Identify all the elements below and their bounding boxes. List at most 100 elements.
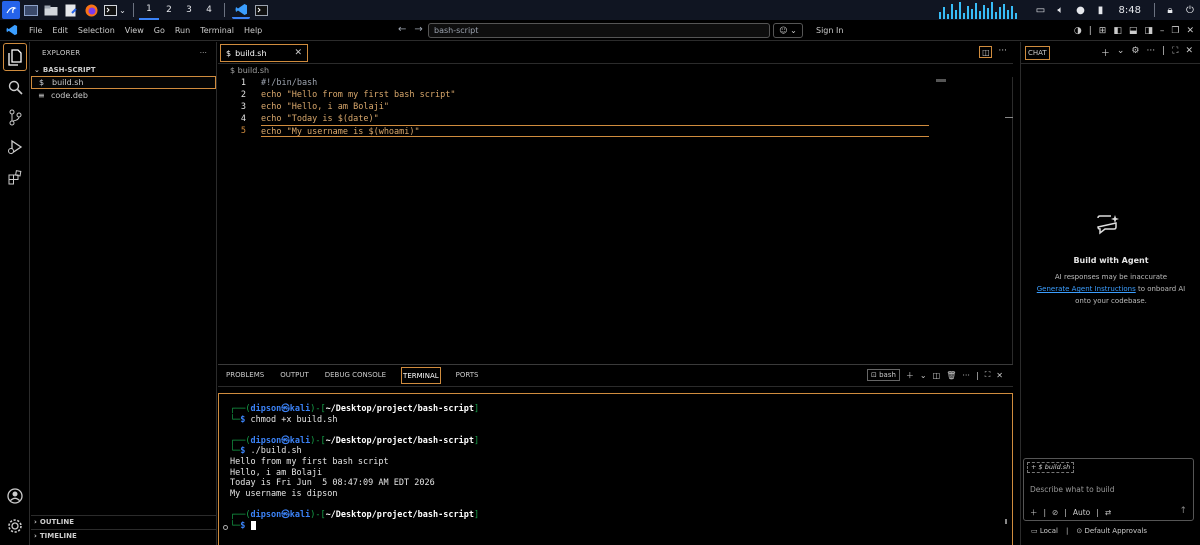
firefox-icon[interactable]: [82, 1, 100, 19]
chat-title-tab[interactable]: CHAT: [1025, 46, 1050, 60]
file-manager-icon[interactable]: [42, 1, 60, 19]
menu-file[interactable]: File: [24, 20, 47, 41]
send-arrow-icon[interactable]: ↑: [1179, 506, 1187, 516]
approvals-setting[interactable]: ⊙ Default Approvals: [1076, 527, 1147, 535]
split-terminal-icon[interactable]: ◫: [933, 371, 941, 380]
volume-icon[interactable]: 🔈︎: [1051, 0, 1071, 20]
accounts-activity[interactable]: [0, 482, 30, 510]
chevron-down-icon[interactable]: ⌄: [1117, 46, 1125, 59]
terminal-window-icon[interactable]: [252, 1, 270, 19]
workspace-3[interactable]: 3: [179, 0, 199, 20]
configure-tools-icon[interactable]: ⇄: [1105, 508, 1111, 517]
generate-instructions-link[interactable]: Generate Agent Instructions: [1037, 285, 1136, 293]
explorer-activity[interactable]: [3, 43, 27, 71]
workspace-1[interactable]: 1: [139, 0, 159, 20]
source-control-activity[interactable]: [0, 103, 30, 131]
chevron-down-icon[interactable]: ⌄: [920, 371, 927, 380]
new-chat-icon[interactable]: ＋: [1101, 46, 1110, 59]
chat-input-placeholder[interactable]: Describe what to build: [1030, 485, 1115, 494]
menu-run[interactable]: Run: [170, 20, 195, 41]
tab-problems[interactable]: PROBLEMS: [225, 367, 265, 384]
gear-icon[interactable]: ⚙: [1131, 46, 1139, 59]
more-actions-icon[interactable]: ···: [1147, 46, 1156, 59]
forward-arrow-icon[interactable]: →: [414, 24, 422, 35]
breadcrumb[interactable]: $ build.sh: [218, 64, 1013, 77]
menu-view[interactable]: View: [120, 20, 149, 41]
file-item-build-sh[interactable]: $ build.sh: [31, 76, 216, 89]
copilot-menu-button[interactable]: ☺ ⌄: [773, 23, 803, 38]
search-activity[interactable]: [0, 73, 30, 101]
menu-terminal[interactable]: Terminal: [195, 20, 239, 41]
terminal-instance-chip[interactable]: ⊡ bash: [866, 369, 900, 381]
notifications-icon[interactable]: ●: [1071, 0, 1091, 20]
minimize-icon[interactable]: –: [1160, 26, 1165, 36]
menu-edit[interactable]: Edit: [47, 20, 73, 41]
agent-description: AI responses may be inaccurate Generate …: [1031, 271, 1191, 307]
more-actions-icon[interactable]: ···: [998, 46, 1007, 58]
customize-layout-icon[interactable]: ⊞: [1099, 26, 1107, 36]
new-terminal-icon[interactable]: ＋: [906, 370, 914, 381]
terminal-view[interactable]: ┌──(dipson㉿kali)-[~/Desktop/project/bash…: [218, 393, 1013, 545]
kali-menu-icon[interactable]: [2, 1, 20, 19]
terminal-scrollbar[interactable]: [1005, 519, 1007, 524]
battery-icon[interactable]: ▮: [1091, 0, 1111, 20]
mode-icon[interactable]: ⊘: [1052, 508, 1058, 517]
chat-input-box[interactable]: + $ build.sh Describe what to build ＋ | …: [1023, 458, 1194, 521]
menu-help[interactable]: Help: [239, 20, 267, 41]
chevron-right-icon: ›: [34, 532, 37, 540]
code-editor[interactable]: 1 #!/bin/bash 2 echo "Hello from my firs…: [218, 77, 1013, 137]
outline-section[interactable]: › OUTLINE: [31, 515, 217, 528]
folder-header[interactable]: ⌄ BASH-SCRIPT: [31, 64, 216, 76]
run-debug-activity[interactable]: [0, 133, 30, 161]
toggle-panel-icon[interactable]: ⬓: [1129, 26, 1138, 36]
minimap[interactable]: [936, 79, 946, 82]
close-window-icon[interactable]: ✕: [1186, 26, 1194, 36]
lock-icon[interactable]: 🔒︎: [1160, 0, 1180, 20]
prompt-line: ┌──(dipson㉿kali)-[~/Desktop/project/bash…: [230, 404, 480, 414]
menu-go[interactable]: Go: [149, 20, 170, 41]
agent-desc-line-3: onto your codebase.: [1075, 297, 1147, 305]
file-item-code-deb[interactable]: ≡ code.deb: [31, 89, 216, 102]
terminal-app-icon[interactable]: ⌄: [102, 1, 128, 19]
toggle-primary-sidebar-icon[interactable]: ◧: [1113, 26, 1122, 36]
tab-output[interactable]: OUTPUT: [279, 367, 310, 384]
more-actions-icon[interactable]: ···: [200, 49, 207, 57]
more-actions-icon[interactable]: ···: [962, 371, 970, 380]
desktop-icon[interactable]: [22, 1, 40, 19]
split-editor-icon[interactable]: ◫: [979, 46, 993, 58]
text-editor-icon[interactable]: [62, 1, 80, 19]
tab-ports[interactable]: PORTS: [455, 367, 480, 384]
workspace-4[interactable]: 4: [199, 0, 219, 20]
vscode-window-icon[interactable]: [232, 1, 250, 19]
add-context-icon[interactable]: ＋: [1030, 507, 1038, 518]
model-picker[interactable]: Auto: [1073, 508, 1090, 517]
editor-scrollbar[interactable]: [1012, 77, 1013, 364]
power-icon[interactable]: ⏻: [1180, 0, 1200, 20]
maximize-panel-icon[interactable]: ⛶: [985, 370, 991, 380]
restore-icon[interactable]: ❐: [1171, 26, 1179, 36]
workspace-2[interactable]: 2: [159, 0, 179, 20]
command-center-search[interactable]: bash-script: [428, 23, 770, 38]
clock[interactable]: 8:48: [1119, 5, 1141, 16]
tab-terminal[interactable]: TERMINAL: [401, 367, 441, 384]
local-target[interactable]: ▭ Local: [1031, 527, 1058, 535]
chevron-down-icon[interactable]: ⌄: [119, 6, 126, 15]
menu-selection[interactable]: Selection: [73, 20, 120, 41]
manage-activity[interactable]: [0, 512, 30, 540]
toggle-secondary-sidebar-icon[interactable]: ◨: [1144, 26, 1153, 36]
sign-in-link[interactable]: Sign In: [816, 20, 843, 41]
maximize-icon[interactable]: ⛶: [1172, 46, 1178, 59]
tab-debug-console[interactable]: DEBUG CONSOLE: [324, 367, 387, 384]
back-arrow-icon[interactable]: ←: [398, 24, 406, 35]
tab-build-sh[interactable]: $ build.sh ✕: [220, 44, 308, 62]
trash-icon[interactable]: 🗑︎: [946, 371, 956, 380]
close-tab-icon[interactable]: ✕: [294, 48, 302, 58]
context-chip[interactable]: + $ build.sh: [1027, 462, 1075, 473]
timeline-section[interactable]: › TIMELINE: [31, 529, 217, 542]
close-icon[interactable]: ✕: [1185, 46, 1193, 59]
screen-icon[interactable]: ▭: [1031, 0, 1051, 20]
extensions-activity[interactable]: [0, 163, 30, 191]
close-panel-icon[interactable]: ✕: [996, 371, 1003, 380]
account-icon[interactable]: ◑: [1074, 26, 1082, 36]
code-line: 4 echo "Today is $(date)": [218, 113, 1013, 125]
